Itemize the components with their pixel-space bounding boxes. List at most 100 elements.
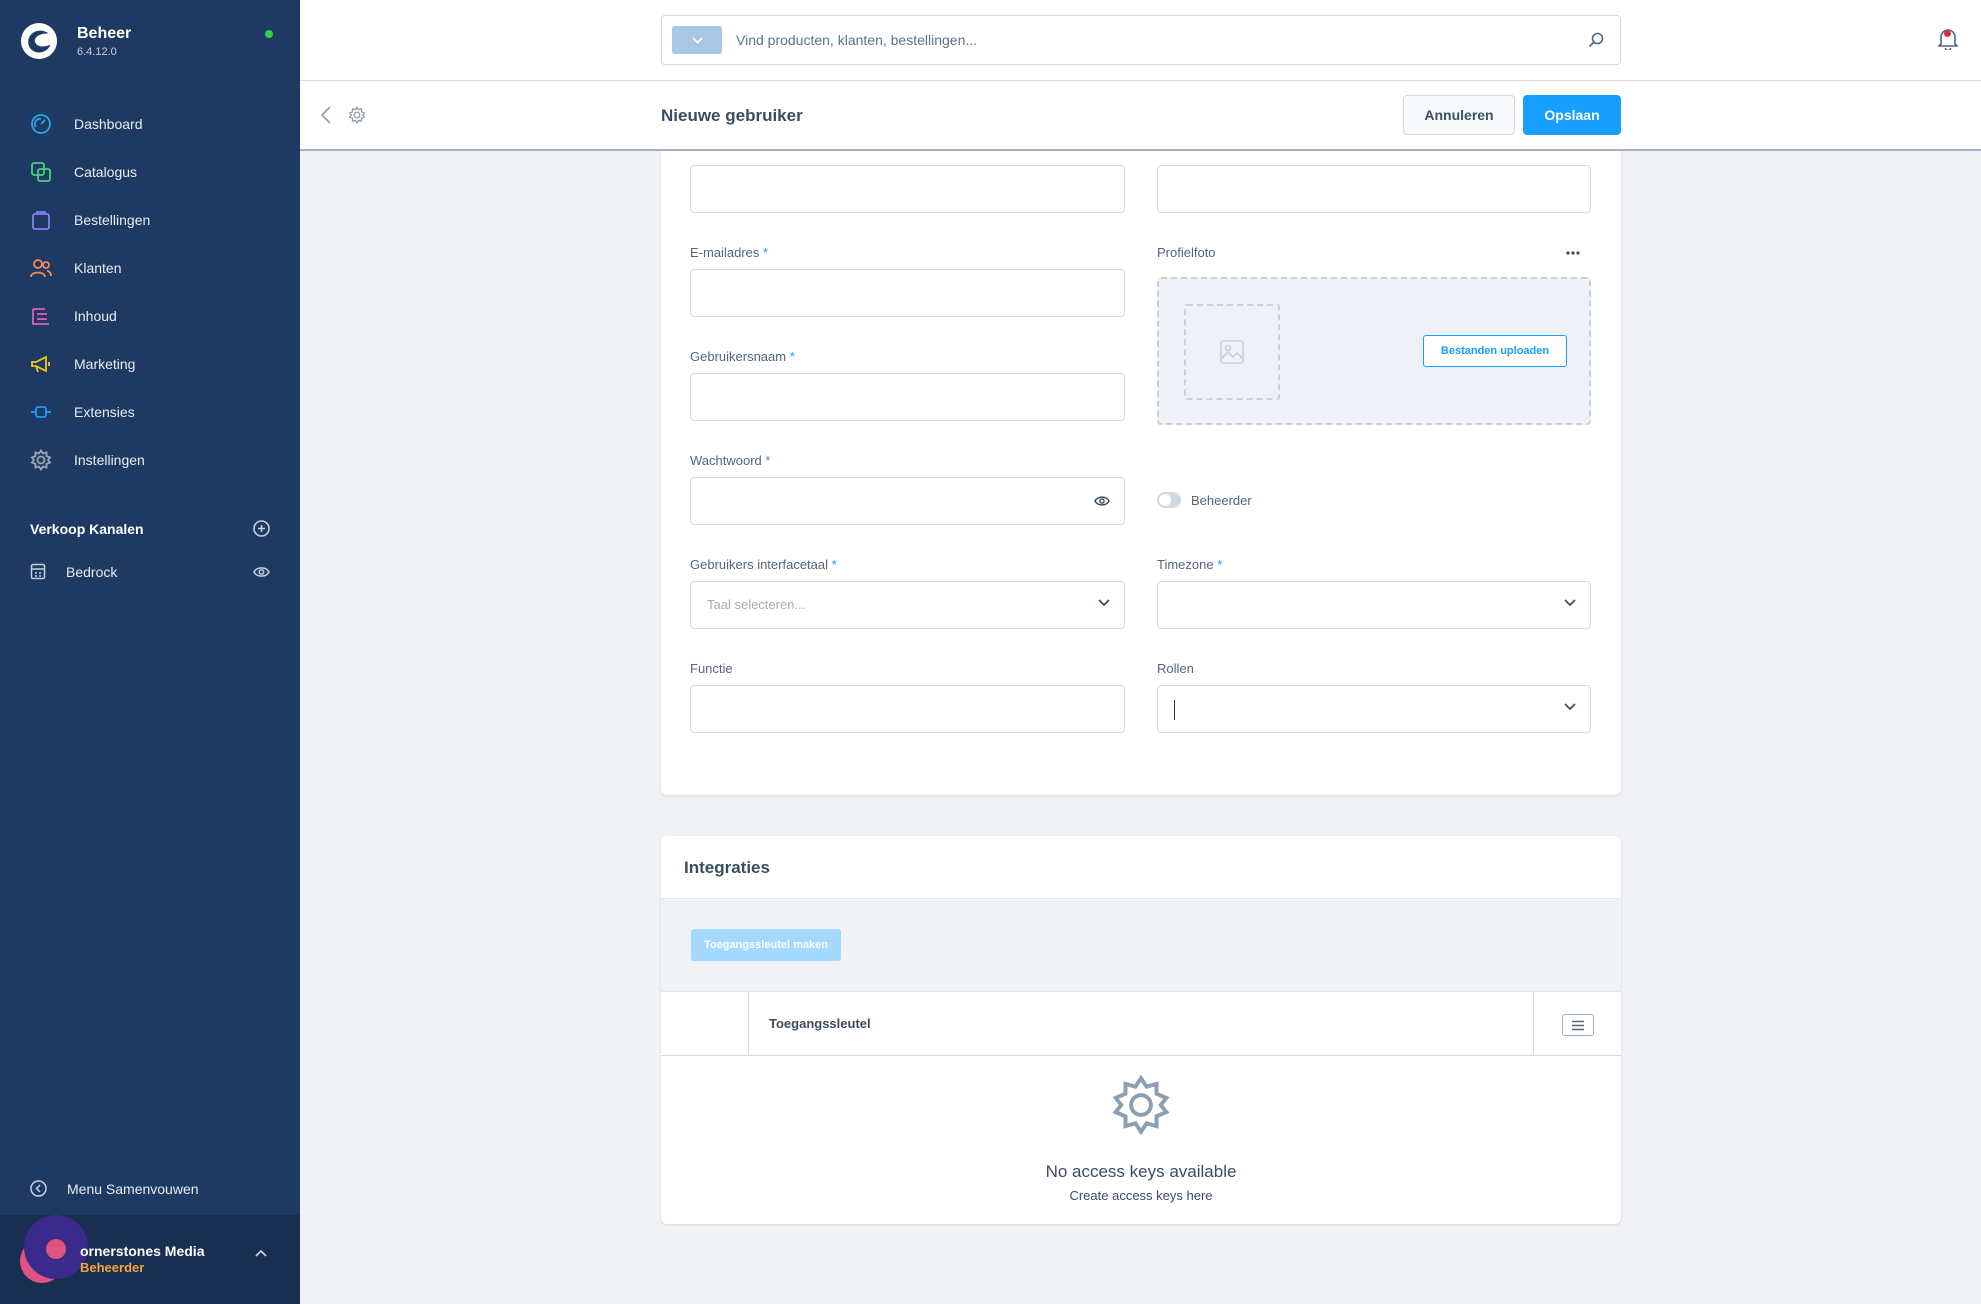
image-preview-placeholder bbox=[1184, 304, 1280, 400]
marketing-icon bbox=[31, 355, 50, 373]
image-icon bbox=[1220, 340, 1244, 364]
avatar-overlay-dot bbox=[46, 1239, 66, 1259]
integrations-toolbar: Toegangssleutel maken bbox=[661, 898, 1621, 992]
text-caret bbox=[1174, 700, 1175, 720]
global-search bbox=[661, 15, 1621, 65]
settings-icon bbox=[30, 449, 52, 471]
sales-channels-title: Verkoop Kanalen bbox=[30, 520, 144, 537]
chevron-left-icon[interactable] bbox=[320, 105, 332, 125]
gear-icon bbox=[1112, 1074, 1170, 1136]
chevron-down-icon bbox=[1564, 599, 1576, 607]
more-options-icon[interactable] bbox=[1566, 251, 1580, 255]
username-field[interactable] bbox=[690, 373, 1125, 421]
grid-select-column bbox=[661, 992, 749, 1056]
extensions-icon bbox=[31, 406, 51, 418]
collapse-menu-button[interactable]: Menu Samenvouwen bbox=[30, 1180, 199, 1197]
integrations-title: Integraties bbox=[684, 858, 770, 877]
admin-toggle[interactable] bbox=[1157, 492, 1181, 508]
sidebar-item-label: Inhoud bbox=[74, 308, 117, 324]
create-access-key-button[interactable]: Toegangssleutel maken bbox=[691, 929, 841, 961]
app-name: Beheer bbox=[77, 24, 132, 42]
brand[interactable]: Beheer 6.4.12.0 bbox=[20, 22, 131, 60]
smart-bar: Nieuwe gebruiker Annuleren Opslaan bbox=[300, 81, 1981, 151]
roles-select[interactable] bbox=[1157, 685, 1591, 733]
language-label: Gebruikers interfacetaal * bbox=[690, 557, 837, 572]
save-button[interactable]: Opslaan bbox=[1523, 95, 1621, 135]
app-version: 6.4.12.0 bbox=[77, 45, 117, 58]
sidebar-item-catalog[interactable]: Catalogus bbox=[0, 148, 300, 196]
eye-icon[interactable] bbox=[253, 566, 270, 578]
add-channel-icon[interactable] bbox=[253, 520, 270, 537]
username-input[interactable] bbox=[691, 374, 1124, 420]
access-key-grid-header: Toegangssleutel bbox=[661, 992, 1621, 1056]
sidebar-item-label: Klanten bbox=[74, 260, 122, 276]
sidebar-item-label: Instellingen bbox=[74, 452, 145, 468]
password-field[interactable] bbox=[690, 477, 1125, 525]
function-field[interactable] bbox=[690, 685, 1125, 733]
shopware-logo-icon bbox=[20, 22, 58, 60]
username-label: Gebruikersnaam * bbox=[690, 349, 795, 364]
first-name-input[interactable] bbox=[691, 166, 1124, 212]
content-icon bbox=[32, 308, 49, 325]
upload-files-button[interactable]: Bestanden uploaden bbox=[1423, 335, 1567, 367]
email-label: E-mailadres * bbox=[690, 245, 769, 260]
sidebar: Beheer 6.4.12.0 Dashboard Catalogus Best… bbox=[0, 0, 300, 1304]
sidebar-item-settings[interactable]: Instellingen bbox=[0, 436, 300, 484]
user-form-card: E-mailadres * Profielfoto Bestanden uplo… bbox=[661, 151, 1621, 795]
grid-settings-column bbox=[1533, 992, 1621, 1056]
sidebar-item-marketing[interactable]: Marketing bbox=[0, 340, 300, 388]
search-type-dropdown[interactable] bbox=[672, 26, 722, 54]
sidebar-channel-label: Bedrock bbox=[66, 563, 118, 580]
last-name-input[interactable] bbox=[1158, 166, 1590, 212]
page-title: Nieuwe gebruiker bbox=[661, 106, 803, 125]
sidebar-item-content[interactable]: Inhoud bbox=[0, 292, 300, 340]
sidebar-channel-bedrock[interactable]: Bedrock bbox=[30, 563, 270, 580]
user-menu[interactable]: ornerstones Media Beheerder bbox=[0, 1215, 300, 1304]
language-placeholder: Taal selecteren... bbox=[707, 597, 806, 612]
customers-icon bbox=[30, 259, 52, 278]
sidebar-item-label: Bestellingen bbox=[74, 212, 151, 228]
email-input[interactable] bbox=[691, 270, 1124, 316]
sidebar-item-extensions[interactable]: Extensies bbox=[0, 388, 300, 436]
sidebar-item-orders[interactable]: Bestellingen bbox=[0, 196, 300, 244]
chevron-down-icon bbox=[1098, 599, 1110, 607]
search-icon[interactable] bbox=[1588, 32, 1604, 48]
password-label: Wachtwoord * bbox=[690, 453, 771, 468]
last-name-field[interactable] bbox=[1157, 165, 1591, 213]
eye-icon[interactable] bbox=[1094, 495, 1110, 507]
sidebar-item-label: Dashboard bbox=[74, 116, 143, 132]
cancel-button[interactable]: Annuleren bbox=[1403, 95, 1515, 135]
grid-settings-button[interactable] bbox=[1562, 1014, 1594, 1036]
storefront-icon bbox=[30, 563, 46, 580]
list-icon bbox=[1572, 1020, 1584, 1031]
timezone-label: Timezone * bbox=[1157, 557, 1223, 572]
empty-state-subtitle: Create access keys here bbox=[1069, 1188, 1213, 1203]
sidebar-item-customers[interactable]: Klanten bbox=[0, 244, 300, 292]
grid-column-access-key[interactable]: Toegangssleutel bbox=[769, 1016, 871, 1031]
sidebar-item-label: Marketing bbox=[74, 356, 136, 372]
empty-state-title: No access keys available bbox=[1045, 1162, 1237, 1181]
integrations-card: Integraties Toegangssleutel maken Toegan… bbox=[661, 836, 1621, 1224]
language-select[interactable]: Taal selecteren... bbox=[690, 581, 1125, 629]
profile-photo-upload[interactable]: Bestanden uploaden bbox=[1157, 277, 1591, 425]
function-input[interactable] bbox=[691, 686, 1124, 732]
sales-channels-header: Verkoop Kanalen bbox=[30, 520, 270, 537]
roles-label: Rollen bbox=[1157, 661, 1194, 676]
collapse-icon bbox=[30, 1180, 47, 1197]
user-role: Beheerder bbox=[80, 1260, 145, 1275]
search-input[interactable] bbox=[736, 32, 1588, 48]
email-field[interactable] bbox=[690, 269, 1125, 317]
top-bar bbox=[300, 0, 1981, 81]
first-name-field[interactable] bbox=[690, 165, 1125, 213]
profile-photo-label: Profielfoto bbox=[1157, 245, 1216, 260]
notification-badge bbox=[1944, 30, 1951, 37]
gear-icon[interactable] bbox=[348, 106, 366, 124]
collapse-menu-label: Menu Samenvouwen bbox=[67, 1180, 199, 1197]
timezone-select[interactable] bbox=[1157, 581, 1591, 629]
chevron-up-icon[interactable] bbox=[255, 1249, 267, 1257]
user-name: ornerstones Media bbox=[80, 1243, 205, 1259]
function-label: Functie bbox=[690, 661, 733, 676]
password-input[interactable] bbox=[691, 478, 1124, 524]
admin-toggle-label: Beheerder bbox=[1191, 493, 1252, 508]
sidebar-item-dashboard[interactable]: Dashboard bbox=[0, 100, 300, 148]
